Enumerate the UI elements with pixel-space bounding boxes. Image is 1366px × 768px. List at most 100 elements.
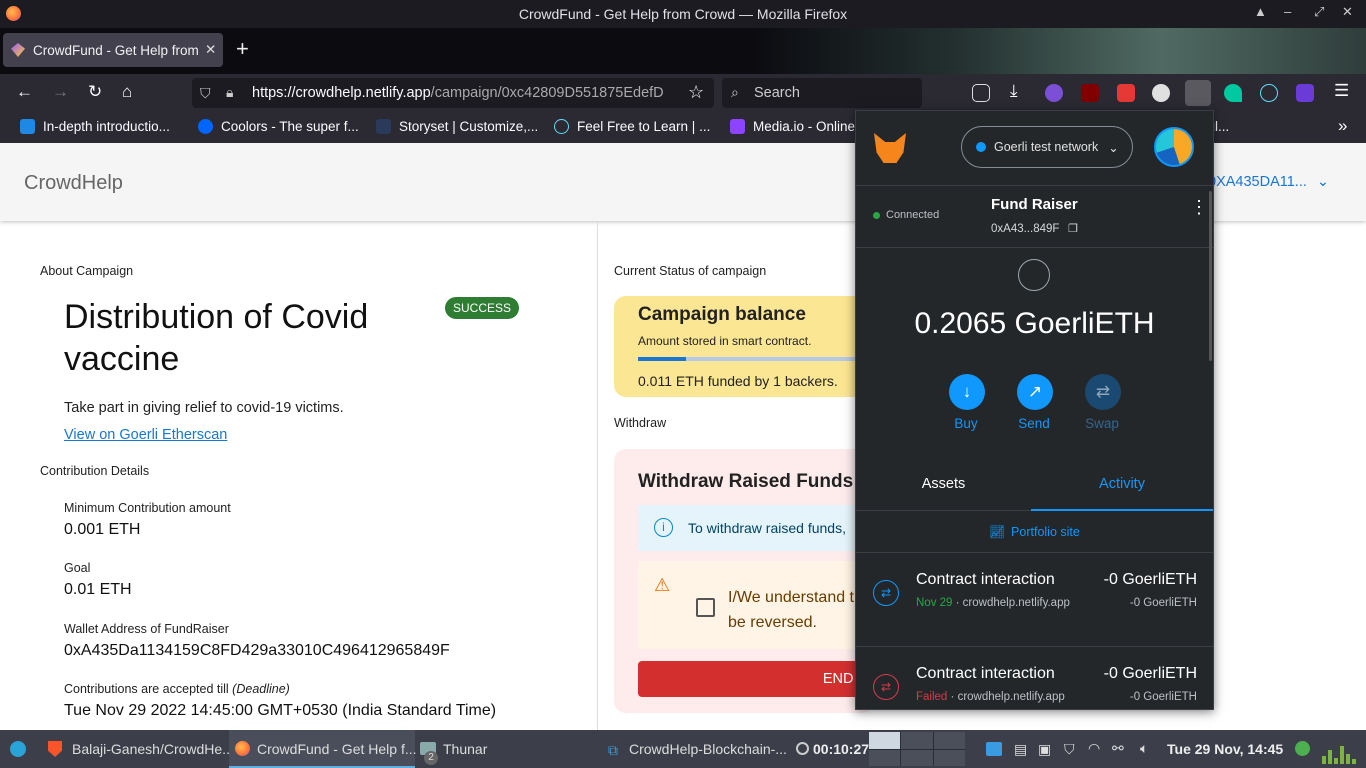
pocket-icon[interactable] xyxy=(972,84,990,102)
taskbar: Balaji-Ganesh/CrowdHe... CrowdFund - Get… xyxy=(0,730,1366,768)
extension-icon[interactable] xyxy=(1224,84,1242,102)
back-icon[interactable]: ← xyxy=(16,82,33,102)
etherscan-link[interactable]: View on Goerli Etherscan xyxy=(64,427,227,443)
firefox-icon xyxy=(235,741,250,756)
swap-icon[interactable]: ⇄ xyxy=(1085,374,1121,410)
taskbar-item[interactable]: Thunar xyxy=(443,741,487,757)
url-bar[interactable]: ⛉ 🔒︎ https://crowdhelp.netlify.app/campa… xyxy=(192,78,714,108)
send-icon[interactable]: ↗ xyxy=(1017,374,1053,410)
metamask-fox-icon xyxy=(874,133,906,163)
scrollbar[interactable] xyxy=(1209,191,1212,361)
vscode-icon: ⧉ xyxy=(608,742,618,758)
new-tab-button[interactable]: + xyxy=(236,36,249,62)
window-count-badge: 2 xyxy=(424,751,438,765)
network-selector[interactable]: Goerli test network ⌄ xyxy=(961,126,1133,168)
connected-status[interactable]: Connected xyxy=(886,209,939,221)
contract-interaction-icon: ⇄ xyxy=(873,580,899,606)
current-status-label: Current Status of campaign xyxy=(614,264,767,278)
chat-icon[interactable] xyxy=(986,742,1002,756)
downloads-icon[interactable]: ⤓ xyxy=(1010,81,1018,101)
privacy-extension-icon[interactable] xyxy=(1117,84,1135,102)
info-icon: i xyxy=(654,518,673,537)
withdraw-label: Withdraw xyxy=(614,416,667,430)
copy-icon[interactable]: ❐ xyxy=(1068,222,1078,235)
bookmark-item[interactable]: Media.io - Online... xyxy=(730,119,866,134)
workspace-cell[interactable] xyxy=(869,749,901,766)
volume-icon[interactable]: 🔈︎ xyxy=(1140,740,1148,757)
portfolio-link[interactable]: 📈︎ Portfolio site xyxy=(856,512,1213,553)
swap-glyph: ⇄ xyxy=(1095,382,1111,401)
extension-icon[interactable] xyxy=(1296,84,1314,102)
app-menu-icon[interactable] xyxy=(10,741,26,757)
bookmark-item[interactable]: Storyset | Customize,... xyxy=(376,119,538,134)
buy-icon[interactable]: ↓ xyxy=(949,374,985,410)
transaction-title: Contract interaction xyxy=(916,571,1055,588)
account-address-short[interactable]: 0xA43...849F xyxy=(991,223,1059,235)
minimize-icon[interactable]: – xyxy=(1284,4,1291,19)
bookmark-label: In-depth introductio... xyxy=(43,119,170,134)
taskbar-item-active[interactable]: CrowdFund - Get Help f... xyxy=(229,730,417,768)
search-input[interactable]: ⌕ Search xyxy=(722,78,922,108)
acknowledge-checkbox[interactable] xyxy=(696,598,715,617)
workspace-cell[interactable] xyxy=(933,732,965,749)
grammarly-icon[interactable] xyxy=(1295,741,1310,756)
site-favicon-icon xyxy=(11,43,25,57)
forward-icon[interactable]: → xyxy=(52,82,69,102)
notes-icon[interactable]: ▤ xyxy=(1014,741,1027,758)
bookmark-label: Media.io - Online... xyxy=(753,119,867,134)
maximize-icon[interactable]: ⤢ xyxy=(1314,4,1324,20)
withdraw-card: Withdraw Raised Funds i To withdraw rais… xyxy=(614,449,874,713)
send-label[interactable]: Send xyxy=(1004,416,1064,431)
timer-text[interactable]: 00:10:27 xyxy=(813,741,869,757)
swap-label[interactable]: Swap xyxy=(1072,416,1132,431)
workspace-cell[interactable] xyxy=(901,749,933,766)
tab-assets[interactable]: Assets xyxy=(856,461,1031,511)
close-window-icon[interactable]: ✕ xyxy=(1342,4,1353,20)
campaign-title: Distribution of Covid vaccine xyxy=(64,298,369,378)
workspace-switcher[interactable] xyxy=(869,732,965,766)
window-shade-icon[interactable]: ▲ xyxy=(1254,4,1267,19)
brand-logo[interactable]: CrowdHelp xyxy=(24,172,123,195)
buy-label[interactable]: Buy xyxy=(936,416,996,431)
workspace-cell[interactable] xyxy=(869,732,901,749)
tab-close-icon[interactable]: ✕ xyxy=(205,42,216,58)
bookmark-item[interactable]: Feel Free to Learn | ... xyxy=(554,119,710,134)
metamask-extension-icon[interactable] xyxy=(1185,80,1211,106)
network-dot-icon xyxy=(976,142,986,152)
attachment-icon[interactable]: ⚯ xyxy=(1112,740,1124,757)
menu-icon[interactable]: ☰ xyxy=(1334,81,1349,101)
workspace-cell[interactable] xyxy=(933,749,965,766)
home-icon[interactable]: ⌂ xyxy=(122,82,132,102)
wifi-icon[interactable]: ◠ xyxy=(1088,740,1100,757)
ublock-icon[interactable] xyxy=(1081,84,1099,102)
bookmark-item[interactable]: In-depth introductio... xyxy=(20,119,170,134)
window-titlebar: CrowdFund - Get Help from Crowd — Mozill… xyxy=(0,0,1366,28)
taskbar-item[interactable]: Balaji-Ganesh/CrowdHe... xyxy=(72,741,234,757)
react-devtools-icon[interactable] xyxy=(1260,84,1278,102)
tab-activity[interactable]: Activity xyxy=(1031,461,1213,511)
bookmark-star-icon[interactable]: ☆ xyxy=(688,82,704,103)
workspace-cell[interactable] xyxy=(901,732,933,749)
chevron-right-icon[interactable]: » xyxy=(1338,116,1347,136)
detail-min-contribution: Minimum Contribution amount 0.001 ETH xyxy=(64,501,231,539)
detail-value: 0xA435Da1134159C8FD429a33010C49641296584… xyxy=(64,642,450,659)
more-vertical-icon[interactable]: ⋮ xyxy=(1190,198,1208,216)
terminal-icon[interactable]: ▣ xyxy=(1038,741,1051,758)
taskbar-item[interactable]: CrowdHelp-Blockchain-... xyxy=(629,741,787,757)
reload-icon[interactable]: ↻ xyxy=(88,82,102,102)
account-avatar[interactable] xyxy=(1154,127,1194,167)
security-icon[interactable]: ⛉ xyxy=(1064,741,1075,758)
shield-icon[interactable]: ⛉ xyxy=(200,85,211,102)
account-bar: Connected Fund Raiser 0xA43...849F ❐ ⋮ xyxy=(856,186,1213,248)
detail-key-emphasis: (Deadline) xyxy=(232,682,290,696)
account-menu[interactable]: 0XA435DA11... ⌄ xyxy=(1208,174,1329,190)
transaction-row[interactable]: ⇄ Contract interaction -0 GoerliETH Nov … xyxy=(856,553,1213,647)
metamask-tabs: Assets Activity xyxy=(856,461,1213,511)
clock[interactable]: Tue 29 Nov, 14:45 xyxy=(1167,741,1283,757)
browser-tab[interactable]: CrowdFund - Get Help from Crowd ✕ xyxy=(3,33,223,67)
extension-icon[interactable] xyxy=(1045,84,1063,102)
darkreader-icon[interactable] xyxy=(1152,84,1170,102)
bookmark-item[interactable]: Coolors - The super f... xyxy=(198,119,359,134)
transaction-row[interactable]: ⇄ Contract interaction -0 GoerliETH Fail… xyxy=(856,647,1213,709)
end-campaign-button[interactable]: END C xyxy=(638,661,874,697)
